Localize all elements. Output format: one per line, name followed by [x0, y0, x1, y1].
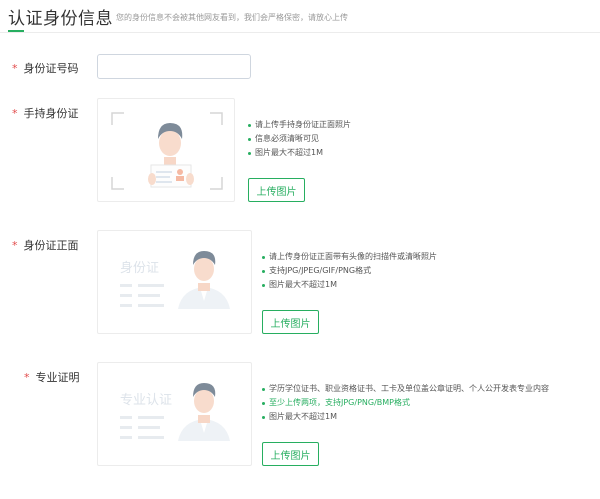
required-mark: * — [24, 371, 30, 384]
tip-item: 信息必须清晰可见 — [248, 132, 351, 146]
page-title: 认证身份信息 — [8, 9, 113, 29]
id-front-card-text: 身份证 — [120, 260, 159, 276]
professional-upload-area[interactable]: 专业认证 — [97, 362, 252, 466]
required-mark: * — [12, 239, 18, 252]
tip-item: 图片最大不超过1M — [248, 146, 351, 160]
hand-held-placeholder-illustration — [111, 112, 223, 190]
tip-item: 图片最大不超过1M — [262, 410, 549, 424]
required-mark: * — [12, 62, 18, 75]
hand-held-upload-area[interactable] — [97, 98, 235, 202]
tip-item: 请上传手持身份证正面照片 — [248, 118, 351, 132]
required-mark: * — [12, 107, 18, 120]
tip-item: 至少上传两项，支持JPG/PNG/BMP格式 — [262, 396, 549, 410]
id-front-placeholder-illustration: 身份证 — [120, 251, 230, 309]
professional-upload-button[interactable]: 上传图片 — [262, 442, 319, 466]
id-front-upload-button[interactable]: 上传图片 — [262, 310, 319, 334]
tip-item: 图片最大不超过1M — [262, 278, 437, 292]
id-front-label-text: 身份证正面 — [23, 239, 79, 252]
id-number-label: * 身份证号码 — [12, 60, 79, 76]
id-front-label: * 身份证正面 — [12, 237, 79, 253]
id-number-label-text: 身份证号码 — [23, 62, 79, 75]
hand-held-label-text: 手持身份证 — [23, 107, 79, 120]
page-header: 认证身份信息 您的身份信息不会被其他网友看到，我们会严格保密，请放心上传 — [0, 0, 600, 33]
tip-item: 支持JPG/JPEG/GIF/PNG格式 — [262, 264, 437, 278]
id-front-upload-area[interactable]: 身份证 — [97, 230, 252, 334]
professional-label: * 专业证明 — [24, 369, 80, 385]
tip-item: 学历学位证书、职业资格证书、工卡及单位盖公章证明、个人公开发表专业内容 — [262, 382, 549, 396]
page-subtitle: 您的身份信息不会被其他网友看到，我们会严格保密，请放心上传 — [116, 13, 348, 22]
professional-card-text: 专业认证 — [120, 393, 172, 408]
hand-held-tips: 请上传手持身份证正面照片 信息必须清晰可见 图片最大不超过1M — [248, 118, 351, 160]
hand-held-upload-button[interactable]: 上传图片 — [248, 178, 305, 202]
id-number-input[interactable] — [97, 54, 251, 79]
professional-tips: 学历学位证书、职业资格证书、工卡及单位盖公章证明、个人公开发表专业内容 至少上传… — [262, 382, 549, 424]
tip-item: 请上传身份证正面带有头像的扫描件或清晰照片 — [262, 250, 437, 264]
id-front-tips: 请上传身份证正面带有头像的扫描件或清晰照片 支持JPG/JPEG/GIF/PNG… — [262, 250, 437, 292]
professional-placeholder-illustration: 专业认证 — [120, 383, 230, 441]
title-underline — [8, 30, 24, 32]
professional-label-text: 专业证明 — [35, 371, 80, 384]
hand-held-label: * 手持身份证 — [12, 105, 79, 121]
